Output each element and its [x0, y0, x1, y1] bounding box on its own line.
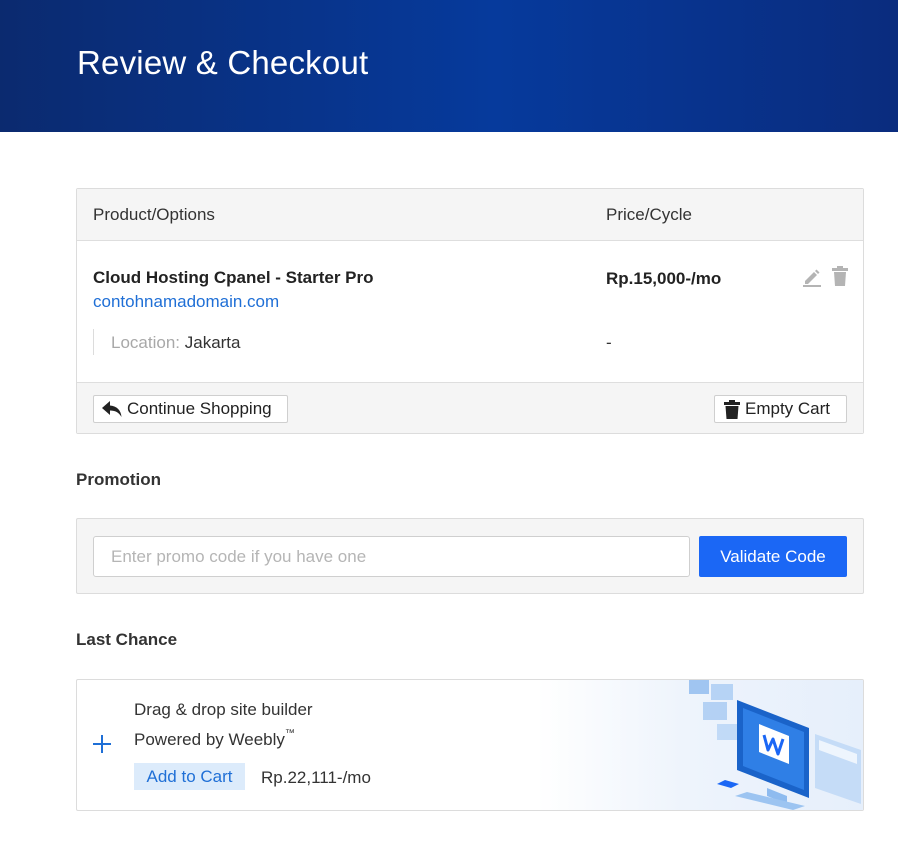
promo-code-input[interactable]	[93, 536, 690, 577]
location-label: Location:	[111, 333, 180, 352]
trash-icon	[724, 399, 740, 419]
reply-arrow-icon	[102, 400, 122, 417]
upsell-title: Drag & drop site builder	[134, 700, 313, 719]
remove-item-icon[interactable]	[832, 266, 848, 286]
edit-icon[interactable]	[802, 267, 822, 287]
location-price: -	[606, 333, 612, 352]
column-header-product: Product/Options	[93, 205, 215, 224]
empty-cart-button[interactable]: Empty Cart	[714, 395, 847, 423]
cart-actions: Continue Shopping Empty Cart	[77, 382, 863, 433]
page-header: Review & Checkout	[0, 0, 898, 132]
column-header-price: Price/Cycle	[606, 205, 692, 224]
location-value: Jakarta	[184, 333, 241, 352]
plus-icon[interactable]	[92, 732, 112, 756]
last-chance-title: Last Chance	[76, 630, 178, 649]
product-location: Location: Jakarta	[111, 333, 240, 353]
cart-table-header: Product/Options Price/Cycle	[77, 189, 863, 241]
continue-shopping-button[interactable]: Continue Shopping	[93, 395, 288, 423]
product-domain: contohnamadomain.com	[93, 292, 280, 311]
upsell-powered-by: Powered by Weebly	[134, 730, 285, 749]
promotion-panel: Validate Code	[76, 518, 864, 594]
empty-cart-label: Empty Cart	[745, 399, 831, 418]
page-title: Review & Checkout	[77, 44, 369, 81]
product-name: Cloud Hosting Cpanel - Starter Pro	[93, 268, 374, 287]
trademark-symbol: ™	[284, 728, 295, 739]
product-price: Rp.15,000-/mo	[606, 269, 722, 288]
upsell-price: Rp.22,111-/mo	[261, 768, 371, 787]
cart-table: Product/Options Price/Cycle Cloud Hostin…	[76, 188, 864, 434]
continue-shopping-label: Continue Shopping	[127, 399, 272, 418]
promotion-title: Promotion	[76, 470, 161, 489]
validate-code-button[interactable]: Validate Code	[699, 536, 847, 577]
location-divider	[93, 329, 94, 355]
add-to-cart-button[interactable]: Add to Cart	[134, 763, 245, 790]
upsell-subtitle: Powered by Weebly™	[134, 728, 295, 750]
upsell-card: Drag & drop site builder Powered by Weeb…	[76, 679, 864, 811]
website-builder-illustration	[689, 680, 861, 810]
